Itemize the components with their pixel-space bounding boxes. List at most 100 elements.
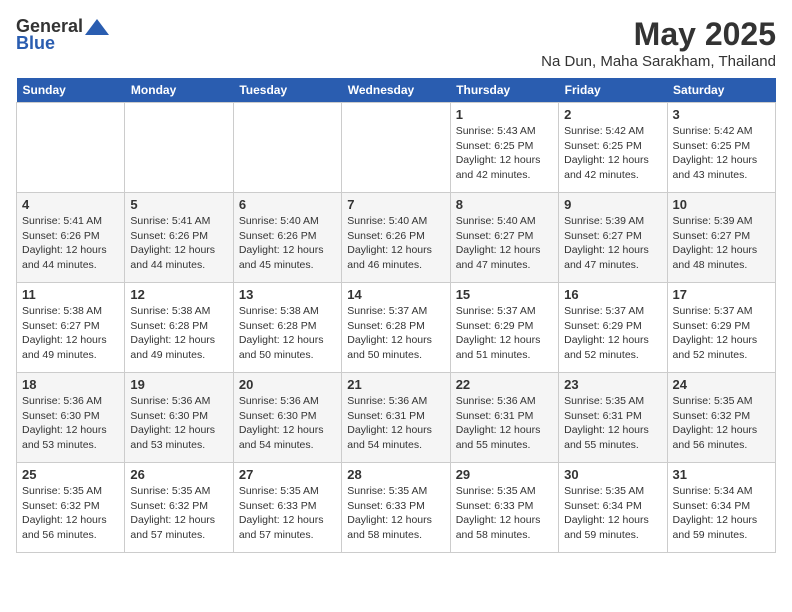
cell-info: Sunrise: 5:35 AM Sunset: 6:33 PM Dayligh…: [239, 484, 336, 543]
cell-info: Sunrise: 5:35 AM Sunset: 6:31 PM Dayligh…: [564, 394, 661, 453]
calendar-cell: 6Sunrise: 5:40 AM Sunset: 6:26 PM Daylig…: [233, 193, 341, 283]
cell-info: Sunrise: 5:42 AM Sunset: 6:25 PM Dayligh…: [564, 124, 661, 183]
cell-info: Sunrise: 5:40 AM Sunset: 6:26 PM Dayligh…: [239, 214, 336, 273]
calendar-table: Sunday Monday Tuesday Wednesday Thursday…: [16, 78, 776, 553]
day-number: 17: [673, 287, 770, 302]
day-number: 19: [130, 377, 227, 392]
calendar-week-1: 1 Sunrise: 5:43 AM Sunset: 6:25 PM Daylig…: [17, 103, 776, 193]
day-number: 24: [673, 377, 770, 392]
header-friday: Friday: [559, 78, 667, 103]
cell-info: Sunrise: 5:35 AM Sunset: 6:32 PM Dayligh…: [22, 484, 119, 543]
calendar-week-2: 4 Sunrise: 5:41 AM Sunset: 6:26 PM Daylig…: [17, 193, 776, 283]
cell-info: Sunrise: 5:35 AM Sunset: 6:33 PM Dayligh…: [347, 484, 444, 543]
day-number: 9: [564, 197, 661, 212]
calendar-cell: 30 Sunrise: 5:35 AM Sunset: 6:34 PM Dayli…: [559, 463, 667, 553]
calendar-cell: 20 Sunrise: 5:36 AM Sunset: 6:30 PM Dayli…: [233, 373, 341, 463]
cell-info: Sunrise: 5:38 AM Sunset: 6:27 PM Dayligh…: [22, 304, 119, 363]
cell-info: Sunrise: 5:40 AM Sunset: 6:27 PM Dayligh…: [456, 214, 553, 273]
calendar-cell: [342, 103, 450, 193]
day-number: 7: [347, 197, 444, 212]
cell-info: Sunrise: 5:35 AM Sunset: 6:34 PM Dayligh…: [564, 484, 661, 543]
calendar-cell: 10 Sunrise: 5:39 AM Sunset: 6:27 PM Dayli…: [667, 193, 775, 283]
calendar-week-4: 18 Sunrise: 5:36 AM Sunset: 6:30 PM Dayli…: [17, 373, 776, 463]
day-number: 1: [456, 107, 553, 122]
calendar-cell: [17, 103, 125, 193]
calendar-cell: 16 Sunrise: 5:37 AM Sunset: 6:29 PM Dayli…: [559, 283, 667, 373]
cell-info: Sunrise: 5:41 AM Sunset: 6:26 PM Dayligh…: [130, 214, 227, 273]
calendar-cell: 24 Sunrise: 5:35 AM Sunset: 6:32 PM Dayli…: [667, 373, 775, 463]
calendar-cell: 22Sunrise: 5:36 AM Sunset: 6:31 PM Dayli…: [450, 373, 558, 463]
cell-info: Sunrise: 5:38 AM Sunset: 6:28 PM Dayligh…: [239, 304, 336, 363]
calendar-cell: 29Sunrise: 5:35 AM Sunset: 6:33 PM Dayli…: [450, 463, 558, 553]
calendar-cell: [125, 103, 233, 193]
cell-info: Sunrise: 5:36 AM Sunset: 6:30 PM Dayligh…: [130, 394, 227, 453]
header-saturday: Saturday: [667, 78, 775, 103]
calendar-cell: [233, 103, 341, 193]
day-number: 13: [239, 287, 336, 302]
cell-info: Sunrise: 5:42 AM Sunset: 6:25 PM Dayligh…: [673, 124, 770, 183]
cell-info: Sunrise: 5:43 AM Sunset: 6:25 PM Dayligh…: [456, 124, 553, 183]
day-number: 23: [564, 377, 661, 392]
title-section: May 2025 Na Dun, Maha Sarakham, Thailand: [541, 16, 776, 70]
logo-blue-text: Blue: [16, 33, 55, 54]
calendar-cell: 21Sunrise: 5:36 AM Sunset: 6:31 PM Dayli…: [342, 373, 450, 463]
calendar-cell: 3 Sunrise: 5:42 AM Sunset: 6:25 PM Daylig…: [667, 103, 775, 193]
day-number: 3: [673, 107, 770, 122]
calendar-cell: 13 Sunrise: 5:38 AM Sunset: 6:28 PM Dayli…: [233, 283, 341, 373]
day-number: 4: [22, 197, 119, 212]
cell-info: Sunrise: 5:37 AM Sunset: 6:29 PM Dayligh…: [456, 304, 553, 363]
day-number: 22: [456, 377, 553, 392]
cell-info: Sunrise: 5:34 AM Sunset: 6:34 PM Dayligh…: [673, 484, 770, 543]
cell-info: Sunrise: 5:35 AM Sunset: 6:33 PM Dayligh…: [456, 484, 553, 543]
cell-info: Sunrise: 5:39 AM Sunset: 6:27 PM Dayligh…: [564, 214, 661, 273]
day-number: 2: [564, 107, 661, 122]
cell-info: Sunrise: 5:39 AM Sunset: 6:27 PM Dayligh…: [673, 214, 770, 273]
cell-info: Sunrise: 5:37 AM Sunset: 6:29 PM Dayligh…: [564, 304, 661, 363]
calendar-cell: 18 Sunrise: 5:36 AM Sunset: 6:30 PM Dayli…: [17, 373, 125, 463]
cell-info: Sunrise: 5:35 AM Sunset: 6:32 PM Dayligh…: [673, 394, 770, 453]
cell-info: Sunrise: 5:36 AM Sunset: 6:30 PM Dayligh…: [22, 394, 119, 453]
calendar-cell: 7 Sunrise: 5:40 AM Sunset: 6:26 PM Daylig…: [342, 193, 450, 283]
header-tuesday: Tuesday: [233, 78, 341, 103]
day-number: 30: [564, 467, 661, 482]
header-sunday: Sunday: [17, 78, 125, 103]
logo: General Blue: [16, 16, 111, 54]
cell-info: Sunrise: 5:40 AM Sunset: 6:26 PM Dayligh…: [347, 214, 444, 273]
cell-info: Sunrise: 5:35 AM Sunset: 6:32 PM Dayligh…: [130, 484, 227, 543]
header-thursday: Thursday: [450, 78, 558, 103]
calendar-cell: 2 Sunrise: 5:42 AM Sunset: 6:25 PM Daylig…: [559, 103, 667, 193]
day-number: 16: [564, 287, 661, 302]
cell-info: Sunrise: 5:37 AM Sunset: 6:29 PM Dayligh…: [673, 304, 770, 363]
calendar-cell: 4Sunrise: 5:41 AM Sunset: 6:26 PM Daylig…: [17, 193, 125, 283]
day-number: 20: [239, 377, 336, 392]
calendar-cell: 17 Sunrise: 5:37 AM Sunset: 6:29 PM Dayli…: [667, 283, 775, 373]
day-number: 14: [347, 287, 444, 302]
day-number: 10: [673, 197, 770, 212]
calendar-week-3: 11Sunrise: 5:38 AM Sunset: 6:27 PM Dayli…: [17, 283, 776, 373]
cell-info: Sunrise: 5:36 AM Sunset: 6:30 PM Dayligh…: [239, 394, 336, 453]
calendar-cell: 11Sunrise: 5:38 AM Sunset: 6:27 PM Dayli…: [17, 283, 125, 373]
calendar-cell: 8 Sunrise: 5:40 AM Sunset: 6:27 PM Daylig…: [450, 193, 558, 283]
calendar-cell: 9 Sunrise: 5:39 AM Sunset: 6:27 PM Daylig…: [559, 193, 667, 283]
month-title: May 2025: [541, 16, 776, 53]
calendar-cell: 5 Sunrise: 5:41 AM Sunset: 6:26 PM Daylig…: [125, 193, 233, 283]
day-header-row: Sunday Monday Tuesday Wednesday Thursday…: [17, 78, 776, 103]
day-number: 31: [673, 467, 770, 482]
day-number: 5: [130, 197, 227, 212]
calendar-cell: 26Sunrise: 5:35 AM Sunset: 6:32 PM Dayli…: [125, 463, 233, 553]
day-number: 18: [22, 377, 119, 392]
day-number: 25: [22, 467, 119, 482]
calendar-cell: 19 Sunrise: 5:36 AM Sunset: 6:30 PM Dayli…: [125, 373, 233, 463]
day-number: 27: [239, 467, 336, 482]
calendar-cell: 14Sunrise: 5:37 AM Sunset: 6:28 PM Dayli…: [342, 283, 450, 373]
header-wednesday: Wednesday: [342, 78, 450, 103]
cell-info: Sunrise: 5:36 AM Sunset: 6:31 PM Dayligh…: [347, 394, 444, 453]
calendar-cell: 1 Sunrise: 5:43 AM Sunset: 6:25 PM Daylig…: [450, 103, 558, 193]
calendar-cell: 28 Sunrise: 5:35 AM Sunset: 6:33 PM Dayli…: [342, 463, 450, 553]
calendar-cell: 23 Sunrise: 5:35 AM Sunset: 6:31 PM Dayli…: [559, 373, 667, 463]
day-number: 28: [347, 467, 444, 482]
cell-info: Sunrise: 5:38 AM Sunset: 6:28 PM Dayligh…: [130, 304, 227, 363]
day-number: 8: [456, 197, 553, 212]
logo-icon: [83, 17, 111, 37]
calendar-cell: 15Sunrise: 5:37 AM Sunset: 6:29 PM Dayli…: [450, 283, 558, 373]
